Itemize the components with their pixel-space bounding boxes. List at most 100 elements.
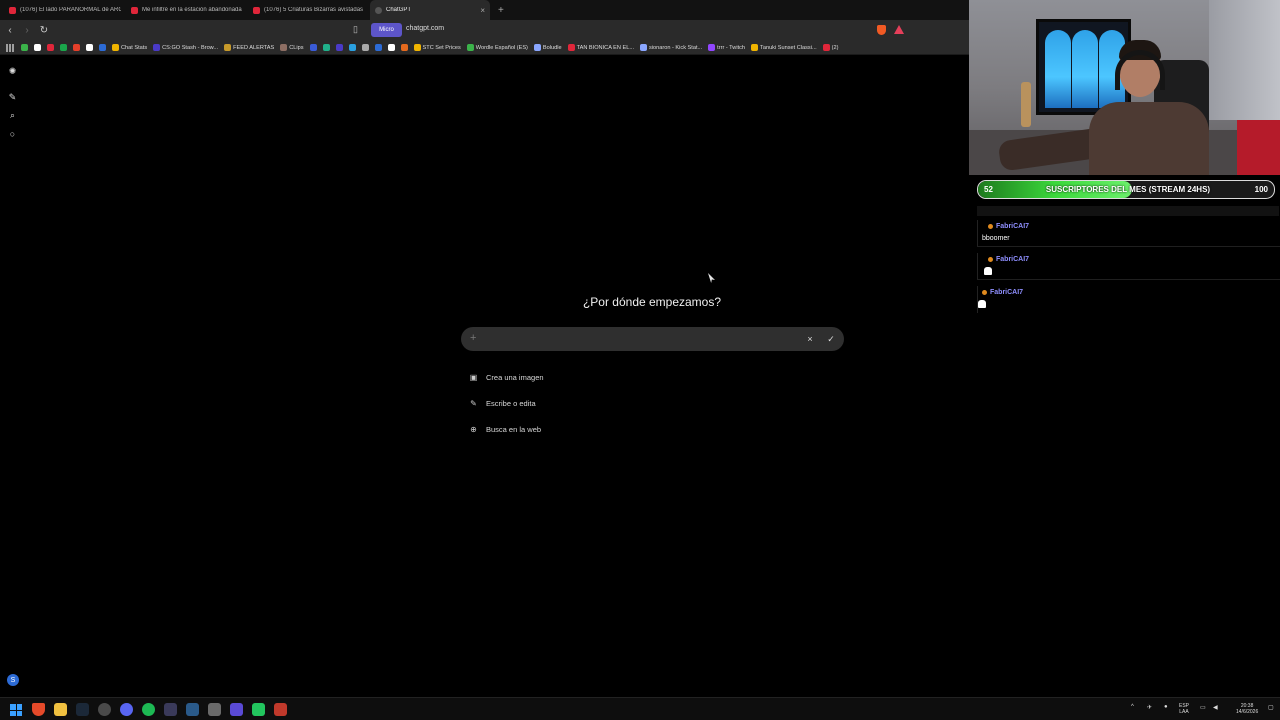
bookmark-item[interactable]: STC Set Prices [413,44,461,51]
bookmark-favicon-icon [567,44,575,51]
bookmark-item[interactable]: Wordle Español (ES) [466,44,528,51]
bookmark-item[interactable]: Tanuki Sunset Classi... [751,44,817,51]
bookmark-item[interactable] [60,44,67,51]
attach-plus-icon[interactable]: + [470,332,476,344]
tab-title: Me infiltré en la estación abandonada [142,7,242,13]
tab-3[interactable]: (1076) 5 Criaturas Bizarras avistadas [248,0,370,20]
tray-app-icon[interactable]: ● [1164,704,1168,710]
discord-icon[interactable] [120,703,133,716]
bookmark-item[interactable]: trrr - Twitch [708,44,745,51]
library-icon[interactable]: ○ [7,128,18,139]
cancel-icon[interactable]: × [803,332,817,346]
mouse-pointer-icon [708,273,715,283]
bookmark-item[interactable] [86,44,93,51]
tab-chatgpt[interactable]: ChatGPT × [370,0,490,20]
webcam-overlay [969,0,1280,175]
bookmark-item[interactable] [99,44,106,51]
chat-message: FabriCAI7 [977,253,1280,280]
forward-arrow-icon[interactable]: › [20,24,34,38]
image-icon: ▣ [469,372,478,382]
youtube-favicon-icon [9,6,16,14]
bookmark-item[interactable]: (2) [822,44,838,51]
suggestion-write-edit[interactable]: ✎ Escribe o edita [469,396,535,410]
tab-title: ChatGPT [386,7,412,13]
app-icon[interactable] [208,703,221,716]
prompt-bar: + × ✓ [461,327,844,351]
bookmark-item[interactable] [47,44,54,51]
bookmark-icon[interactable]: ▯ [353,24,363,36]
suggestion-label: Busca en la web [486,424,542,434]
obs-icon[interactable] [98,703,111,716]
new-chat-icon[interactable]: ✎ [7,92,18,103]
bookmark-item[interactable] [21,44,28,51]
kick-icon[interactable] [252,703,265,716]
back-arrow-icon[interactable]: ‹ [3,24,17,38]
taskbar: ^ ✈ ● ESP LAA ▭ ◀ 20:38 14/6/2026 ▢ [0,697,1280,720]
bookmark-item[interactable] [34,44,41,51]
confirm-check-icon[interactable]: ✓ [824,332,838,346]
bookmark-item[interactable]: FEED ALERTAS [224,44,274,51]
bookmark-item[interactable] [361,44,369,51]
bookmark-item[interactable] [374,44,382,51]
sub-badge-icon [988,257,993,262]
bookmark-favicon-icon [86,44,93,51]
apps-grid-icon[interactable] [6,43,14,52]
app-icon[interactable] [274,703,287,716]
bookmark-item[interactable] [387,44,395,51]
bookmark-item[interactable] [348,44,356,51]
tray-app-icon[interactable]: ✈ [1147,704,1152,711]
bookmark-item[interactable] [73,44,80,51]
language-indicator[interactable]: ESP LAA [1179,703,1189,715]
app-icon[interactable] [164,703,177,716]
bookmark-item[interactable]: Boludle [533,44,562,51]
bookmark-item[interactable] [322,44,330,51]
bookmark-item[interactable]: TAN BIONICA EN EL... [567,44,634,51]
brave-browser-icon[interactable] [32,703,45,716]
avatar[interactable]: S [7,674,19,686]
bookmark-favicon-icon [309,44,317,51]
bookmark-favicon-icon [34,44,41,51]
bookmark-label: CS:GO Stash - Brow... [162,44,219,51]
notifications-icon[interactable]: ▢ [1268,704,1274,711]
bookmark-label: Boludle [542,44,562,51]
bookmark-item[interactable]: CLips [280,44,304,51]
windows-start-icon[interactable] [10,704,22,716]
bookmark-item[interactable]: Chat Stats [112,44,147,51]
volume-icon[interactable]: ◀ [1213,704,1218,711]
suggestion-web-search[interactable]: ⊕ Busca en la web [469,422,541,436]
tab-2[interactable]: Me infiltré en la estación abandonada [126,0,248,20]
tab-1[interactable]: (1076) El lado PARANORMAL de ARG [4,0,126,20]
sub-goal-label: SUSCRIPTORES DEL MES (STREAM 24HS) [1045,185,1211,194]
tray-overflow-icon[interactable]: ^ [1131,704,1134,710]
new-tab-button[interactable]: + [498,5,504,16]
bookmark-item[interactable]: CS:GO Stash - Brow... [153,44,218,51]
steam-icon[interactable] [76,703,89,716]
search-icon[interactable]: ⌕ [7,110,18,121]
chat-message: FabriCAI7 [977,286,1280,313]
chatgpt-logo-icon[interactable]: ✺ [7,66,18,77]
microphone-indicator[interactable]: Micro [371,23,402,37]
bookmark-item[interactable]: sionaron - Kick Stat... [640,44,702,51]
bookmark-list: Chat Stats CS:GO Stash - Brow... FEED ALER… [18,44,841,51]
bookmark-label: Wordle Español (ES) [475,44,528,51]
file-explorer-icon[interactable] [54,703,67,716]
app-icon[interactable] [230,703,243,716]
bookmark-item[interactable] [400,44,408,51]
bookmark-item[interactable] [309,44,317,51]
address-bar[interactable]: chatgpt.com [406,25,444,32]
navigation-bar: ‹ › ↻ ▯ Micro chatgpt.com [0,20,969,41]
clock[interactable]: 20:38 14/6/2026 [1236,703,1258,715]
bookmark-item[interactable] [335,44,343,51]
network-icon[interactable]: ▭ [1200,704,1206,711]
bookmark-label: Chat Stats [121,44,148,51]
reload-icon[interactable]: ↻ [37,24,51,38]
suggestion-create-image[interactable]: ▣ Crea una imagen [469,370,544,384]
prompt-input[interactable] [485,331,805,347]
brave-rewards-icon[interactable] [894,25,904,34]
app-icon[interactable] [186,703,199,716]
close-tab-icon[interactable]: × [480,6,485,15]
spotify-icon[interactable] [142,703,155,716]
brave-shield-icon[interactable] [877,25,886,35]
sub-badge-icon [982,290,987,295]
bookmark-favicon-icon [533,44,541,51]
